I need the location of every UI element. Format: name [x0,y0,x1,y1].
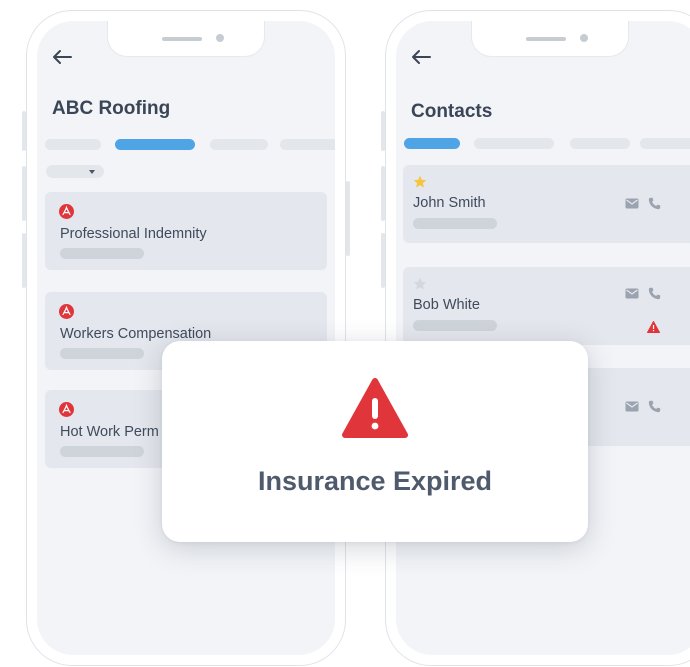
side-button [381,166,385,221]
tab-4[interactable] [280,139,335,150]
placeholder-bar [60,248,144,259]
screen-right: Contacts John Smith Bob White [396,21,690,655]
star-outline-icon[interactable] [413,277,427,291]
tab-3[interactable] [570,138,630,149]
phone-icon[interactable] [648,400,661,413]
placeholder-bar [413,218,497,229]
mail-icon[interactable] [625,198,639,209]
side-button [381,233,385,288]
mail-icon[interactable] [625,288,639,299]
contact-card[interactable]: John Smith [403,165,690,243]
placeholder-bar [60,446,144,457]
side-button [346,181,350,256]
phone-left: ABC Roofing Professional Indemnity Worke… [22,10,350,666]
camera [580,34,588,42]
side-button [22,233,26,288]
notch [471,21,629,57]
page-title: Contacts [411,101,493,122]
phone-icon[interactable] [648,197,661,210]
pdf-icon [59,402,74,417]
phone-icon[interactable] [648,287,661,300]
speaker [162,37,202,41]
contact-card[interactable]: Bob White [403,267,690,345]
filter-dropdown[interactable] [46,165,104,178]
document-card[interactable]: Professional Indemnity [45,192,327,270]
camera [216,34,224,42]
document-label: Professional Indemnity [60,226,207,242]
chevron-down-icon [89,170,95,174]
alert-modal[interactable]: Insurance Expired [162,341,588,542]
mail-icon[interactable] [625,401,639,412]
side-button [22,166,26,221]
document-label: Workers Compensation [60,326,212,342]
warning-icon [647,321,660,333]
document-label: Hot Work Perm [60,424,159,440]
side-button [22,111,26,151]
placeholder-bar [60,348,144,359]
contact-name: Bob White [413,297,480,313]
tab-2-active[interactable] [115,139,195,150]
placeholder-bar [413,320,497,331]
pdf-icon [59,204,74,219]
alert-message: Insurance Expired [257,466,493,496]
tab-4[interactable] [640,138,690,149]
tab-1[interactable] [45,139,101,150]
notch [107,21,265,57]
side-button [381,111,385,151]
tab-1-active[interactable] [404,138,460,149]
tab-2[interactable] [474,138,554,149]
warning-icon [342,378,408,438]
star-filled-icon[interactable] [413,175,427,189]
phone-right: Contacts John Smith Bob White [381,10,690,666]
speaker [526,37,566,41]
pdf-icon [59,304,74,319]
tab-3[interactable] [210,139,268,150]
back-arrow-icon[interactable] [410,49,432,65]
screen-left: ABC Roofing Professional Indemnity Worke… [37,21,335,655]
page-title: ABC Roofing [52,98,171,119]
back-arrow-icon[interactable] [51,49,73,65]
contact-name: John Smith [413,195,486,211]
